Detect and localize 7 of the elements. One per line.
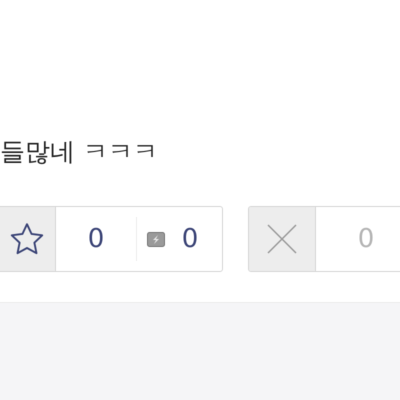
sub-count: 0 (180, 224, 200, 254)
close-icon (266, 223, 298, 255)
post-text: 들많네 ㅋㅋㅋ (0, 136, 158, 168)
recommend-count: 0 (86, 224, 106, 254)
recommend-button[interactable] (0, 207, 56, 271)
decline-count: 0 (356, 224, 376, 254)
star-icon (9, 222, 45, 256)
